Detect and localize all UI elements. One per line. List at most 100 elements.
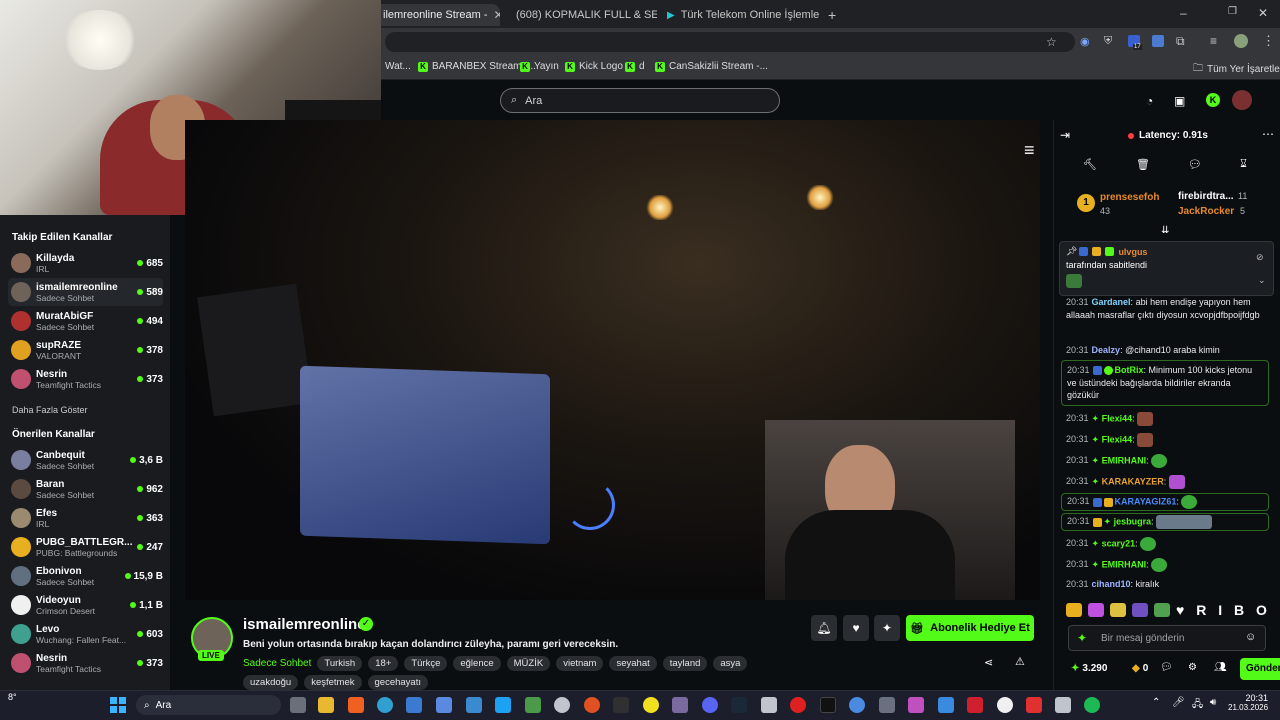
- app-icon[interactable]: [908, 697, 924, 713]
- chrome-icon[interactable]: [849, 697, 865, 713]
- tiktok-icon[interactable]: [820, 697, 836, 713]
- send-button[interactable]: Gönder: [1240, 658, 1280, 680]
- report-warning-icon[interactable]: ⚠: [1015, 655, 1025, 668]
- message-user[interactable]: cihand10: [1092, 579, 1131, 589]
- minimize-button[interactable]: –: [1180, 6, 1187, 20]
- close-tab-icon[interactable]: ✕: [494, 8, 500, 22]
- stream-tag[interactable]: Türkçe: [404, 656, 448, 671]
- microphone-icon[interactable]: 🎤︎: [1172, 697, 1185, 708]
- app-icon[interactable]: [672, 697, 688, 713]
- leaderboard-user[interactable]: prensesefoh: [1100, 192, 1159, 203]
- windows-start-icon[interactable]: [110, 697, 126, 713]
- stream-tag[interactable]: MÜZİK: [506, 656, 551, 671]
- discord-icon[interactable]: [702, 697, 718, 713]
- hourglass-icon[interactable]: ⌛︎: [1240, 158, 1247, 171]
- app-icon[interactable]: [879, 697, 895, 713]
- message-user[interactable]: Dealzy: [1092, 345, 1121, 355]
- chat-bubble-icon[interactable]: 💬︎: [1160, 662, 1173, 673]
- stream-tag[interactable]: vietnam: [556, 656, 604, 671]
- stream-tag[interactable]: eğlence: [453, 656, 501, 671]
- sidebar-channel[interactable]: supRAZE VALORANT 378: [8, 336, 163, 364]
- user-avatar[interactable]: [1232, 90, 1252, 110]
- kicks-balance[interactable]: ◆ 0: [1132, 663, 1148, 674]
- twitter-icon[interactable]: [495, 697, 511, 713]
- bookmark-item[interactable]: K Kick Logo: [565, 61, 623, 72]
- store-icon[interactable]: [436, 697, 452, 713]
- volume-icon[interactable]: 🔊︎: [1210, 697, 1216, 708]
- maximize-button[interactable]: ❐: [1228, 6, 1237, 17]
- clips-icon[interactable]: ◔: [1146, 94, 1153, 108]
- opera-icon[interactable]: [790, 697, 806, 713]
- taskbar-clock[interactable]: 20:31 21.03.2026: [1228, 693, 1268, 712]
- tab-kick-stream[interactable]: ilemreonline Stream - ✕: [375, 4, 500, 26]
- sidebar-channel[interactable]: MuratAbiGF Sadece Sohbet 494: [8, 307, 163, 335]
- app-icon[interactable]: [967, 697, 983, 713]
- profile-avatar[interactable]: [1234, 34, 1248, 48]
- sidebar-channel[interactable]: Nesrin Teamfight Tactics 373: [8, 649, 163, 677]
- sidebar-channel[interactable]: Killayda IRL 685: [8, 249, 163, 277]
- sidebar-channel[interactable]: Baran Sadece Sohbet 962: [8, 475, 163, 503]
- sidebar-channel[interactable]: Efes IRL 363: [8, 504, 163, 532]
- emoji-icon[interactable]: ☺: [1245, 631, 1256, 643]
- chat-message-input[interactable]: Bir mesaj gönderin: [1068, 625, 1266, 651]
- message-user[interactable]: Flexi44: [1102, 434, 1133, 444]
- channel-title[interactable]: ismailemreonline: [243, 616, 366, 633]
- url-bar[interactable]: [385, 32, 1075, 52]
- calculator-icon[interactable]: [466, 697, 482, 713]
- chat-bubble-icon[interactable]: 💬︎: [1188, 158, 1202, 171]
- word-icon[interactable]: [406, 697, 422, 713]
- app-icon[interactable]: [525, 697, 541, 713]
- sparkle-button[interactable]: ✦: [874, 615, 900, 641]
- weather-temp[interactable]: 8°: [8, 692, 17, 702]
- message-user[interactable]: Flexi44: [1102, 413, 1133, 423]
- extension-shield-icon[interactable]: ⛨: [1104, 35, 1112, 48]
- mod-hammer-icon[interactable]: 🔨︎: [1083, 158, 1097, 171]
- stream-tag[interactable]: Turkish: [317, 656, 363, 671]
- message-user[interactable]: jesbugra: [1114, 516, 1152, 526]
- sidebar-channel[interactable]: ismailemreonline Sadece Sohbet 589: [8, 278, 163, 306]
- bookmark-item[interactable]: K BARANBEX Stream -...: [418, 61, 536, 72]
- file-explorer-icon[interactable]: [318, 697, 334, 713]
- task-view-icon[interactable]: [290, 697, 306, 713]
- unpin-icon[interactable]: ⊘: [1256, 252, 1264, 263]
- message-user[interactable]: KARAKAYZER: [1102, 476, 1164, 486]
- expand-chevron-icon[interactable]: ⇊: [1161, 225, 1169, 236]
- sidebar-channel[interactable]: Levo Wuchang: Fallen Feat... 603: [8, 620, 163, 648]
- follow-heart-button[interactable]: ♥: [843, 615, 869, 641]
- message-user[interactable]: KARAYAGIZ61: [1115, 496, 1177, 506]
- close-window-button[interactable]: ✕: [1258, 6, 1268, 20]
- wallet-icon[interactable]: ▣: [1174, 94, 1185, 108]
- tray-chevron-icon[interactable]: ⌃: [1152, 697, 1160, 708]
- search-input[interactable]: ⌕ Ara: [500, 88, 780, 113]
- stream-category-link[interactable]: Sadece Sohbet: [243, 658, 311, 669]
- bookmark-item[interactable]: Wat...: [385, 61, 411, 72]
- users-icon[interactable]: 👥︎: [1214, 662, 1227, 673]
- bookmark-item[interactable]: K Yayın: [520, 61, 559, 72]
- menu-kebab-icon[interactable]: ⋮: [1262, 33, 1275, 49]
- taskbar-search[interactable]: ⌕ Ara: [136, 695, 281, 715]
- leaderboard-user[interactable]: firebirdtra...: [1178, 191, 1238, 202]
- app-icon[interactable]: [1055, 697, 1071, 713]
- yandex-icon[interactable]: [997, 697, 1013, 713]
- app-icon[interactable]: [1026, 697, 1042, 713]
- edge-icon[interactable]: [377, 697, 393, 713]
- sidebar-channel[interactable]: Videoyun Crimson Desert 1,1 B: [8, 591, 163, 619]
- sidebar-channel[interactable]: Canbequit Sadece Sohbet 3,6 B: [8, 446, 163, 474]
- stream-tag[interactable]: seyahat: [609, 656, 657, 671]
- message-user[interactable]: EMIRHANI: [1102, 455, 1147, 465]
- message-user[interactable]: BotRix: [1115, 365, 1144, 375]
- snapchat-icon[interactable]: [643, 697, 659, 713]
- share-icon[interactable]: ⋖: [984, 656, 993, 669]
- tab-turk-telekom[interactable]: ▶ Türk Telekom Online İşlemler ✕: [659, 4, 819, 26]
- extensions-puzzle-icon[interactable]: ⧉: [1176, 34, 1185, 49]
- app-icon[interactable]: [584, 697, 600, 713]
- stream-tag[interactable]: tayland: [662, 656, 708, 671]
- sparkle-icon[interactable]: ✦: [1077, 631, 1087, 645]
- extension-icon[interactable]: [1152, 35, 1164, 47]
- trash-icon[interactable]: 🗑︎: [1136, 158, 1150, 171]
- brave-icon[interactable]: [348, 697, 364, 713]
- pinned-username[interactable]: ulvgus: [1118, 247, 1147, 257]
- app-icon[interactable]: [938, 697, 954, 713]
- new-tab-button[interactable]: +: [820, 4, 840, 26]
- tab-youtube[interactable]: (608) KOPMALIK FULL & SET 8 ✕: [502, 4, 657, 26]
